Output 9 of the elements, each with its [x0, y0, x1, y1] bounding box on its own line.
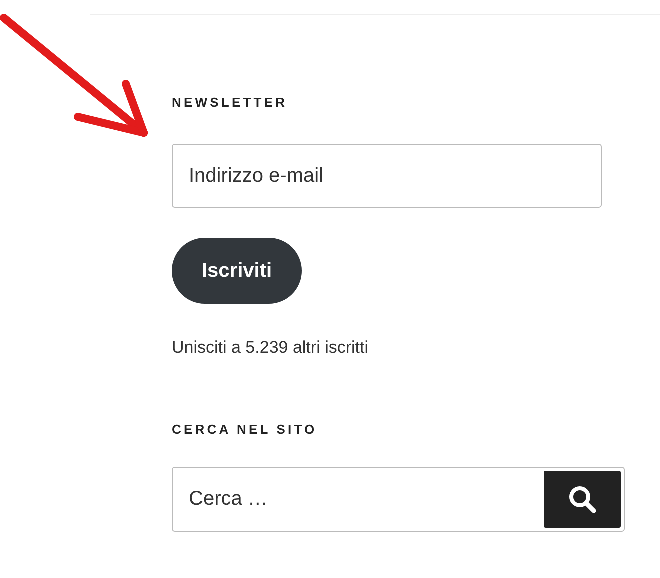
subscribe-button[interactable]: Iscriviti: [172, 238, 302, 304]
search-button[interactable]: [544, 471, 621, 528]
email-field[interactable]: Indirizzo e-mail: [172, 144, 602, 208]
search-field[interactable]: Cerca …: [172, 467, 625, 532]
subscribers-note: Unisciti a 5.239 altri iscritti: [172, 338, 369, 358]
search-input[interactable]: Cerca …: [176, 488, 544, 511]
section-heading: NEWSLETTER: [172, 95, 288, 110]
search-icon: [568, 484, 598, 514]
section-heading: CERCA NEL SITO: [172, 422, 318, 437]
